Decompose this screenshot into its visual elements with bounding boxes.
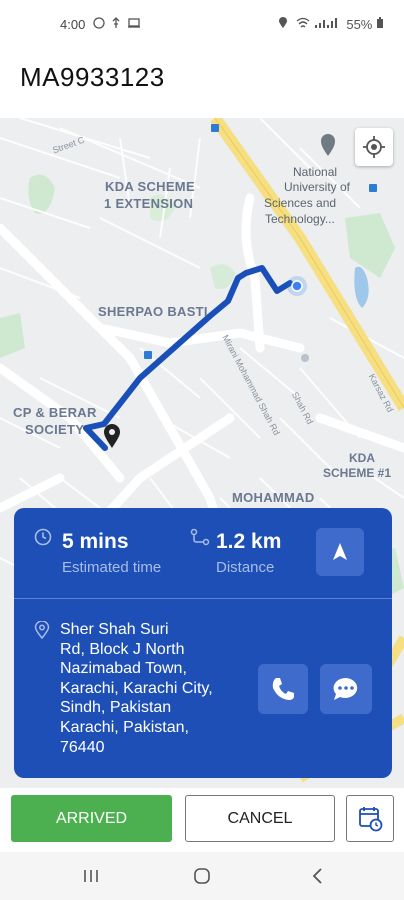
distance-label: Distance — [216, 559, 275, 576]
address-line: Karachi, Pakistan, — [60, 718, 189, 736]
schedule-button[interactable] — [346, 795, 394, 842]
map-label-nust-3: Sciences and — [264, 196, 337, 210]
map-label-kda-ext-1: KDA SCHEME — [105, 179, 195, 194]
map-label-nust-4: Technology... — [265, 212, 335, 226]
destination-pin — [104, 424, 120, 448]
current-location-dot — [291, 280, 303, 292]
map-label-sherpao: SHERPAO BASTI — [98, 304, 208, 319]
page-title: MA9933123 — [20, 62, 165, 92]
map-label-nust-2: University of — [284, 180, 351, 194]
usb-icon — [111, 17, 121, 32]
map-label-cp-berar-1: CP & BERAR — [13, 405, 97, 420]
message-button[interactable] — [320, 664, 372, 714]
location-icon — [278, 17, 288, 32]
map-label-kda-2: SCHEME #1 — [323, 466, 392, 480]
calendar-clock-icon — [359, 807, 383, 832]
wifi-icon — [296, 17, 310, 32]
route-distance-icon — [190, 528, 210, 551]
navigation-arrow-icon — [333, 543, 347, 560]
cancel-button[interactable]: CANCEL — [185, 795, 335, 842]
clock-icon — [34, 528, 52, 551]
distance-value: 1.2 km — [216, 530, 282, 553]
arrived-button[interactable]: ARRIVED — [11, 795, 172, 842]
laptop-icon — [127, 17, 141, 32]
address-line: Karachi, Karachi City, — [60, 679, 213, 697]
home-icon[interactable] — [193, 867, 211, 890]
navigate-button[interactable] — [316, 528, 364, 576]
address-line: Rd, Block J North — [60, 640, 185, 658]
address-line: Sher Shah Suri — [60, 621, 169, 638]
status-bar: 4:00 55% — [0, 0, 404, 50]
system-nav-bar — [0, 852, 404, 900]
back-icon[interactable] — [311, 867, 325, 890]
crosshair-icon — [363, 136, 385, 158]
battery-percent: 55% — [346, 17, 373, 32]
location-pin-icon — [34, 620, 50, 644]
eta-value: 5 mins — [62, 530, 129, 553]
my-location-button[interactable] — [355, 128, 393, 166]
signal-icon — [314, 17, 338, 32]
map-label-kda-1: KDA — [349, 451, 375, 465]
chat-icon — [333, 677, 358, 700]
phone-icon — [272, 678, 294, 700]
map-label-cp-berar-2: SOCIETY — [25, 422, 85, 437]
call-button[interactable] — [258, 664, 308, 714]
map-label-nust-1: National — [293, 165, 338, 179]
battery-status: 55% — [346, 17, 384, 32]
address-line: Sindh, Pakistan — [60, 699, 172, 717]
status-time: 4:00 — [60, 17, 86, 32]
destination-address: Sher Shah Suri Rd, Block J North Nazimab… — [60, 620, 260, 757]
map-label-mohammad: MOHAMMAD — [232, 490, 315, 505]
trip-info-card: 5 mins Estimated time 1.2 km Distance Sh… — [14, 508, 392, 778]
eta-label: Estimated time — [62, 559, 162, 576]
recent-apps-icon[interactable] — [82, 868, 100, 889]
map-label-kda-ext-2: 1 EXTENSION — [104, 196, 194, 211]
card-divider — [14, 598, 392, 599]
battery-icon — [376, 17, 384, 32]
address-line: 76440 — [60, 738, 105, 756]
address-line: Nazimabad Town, — [60, 660, 187, 678]
whatsapp-icon — [93, 17, 105, 32]
